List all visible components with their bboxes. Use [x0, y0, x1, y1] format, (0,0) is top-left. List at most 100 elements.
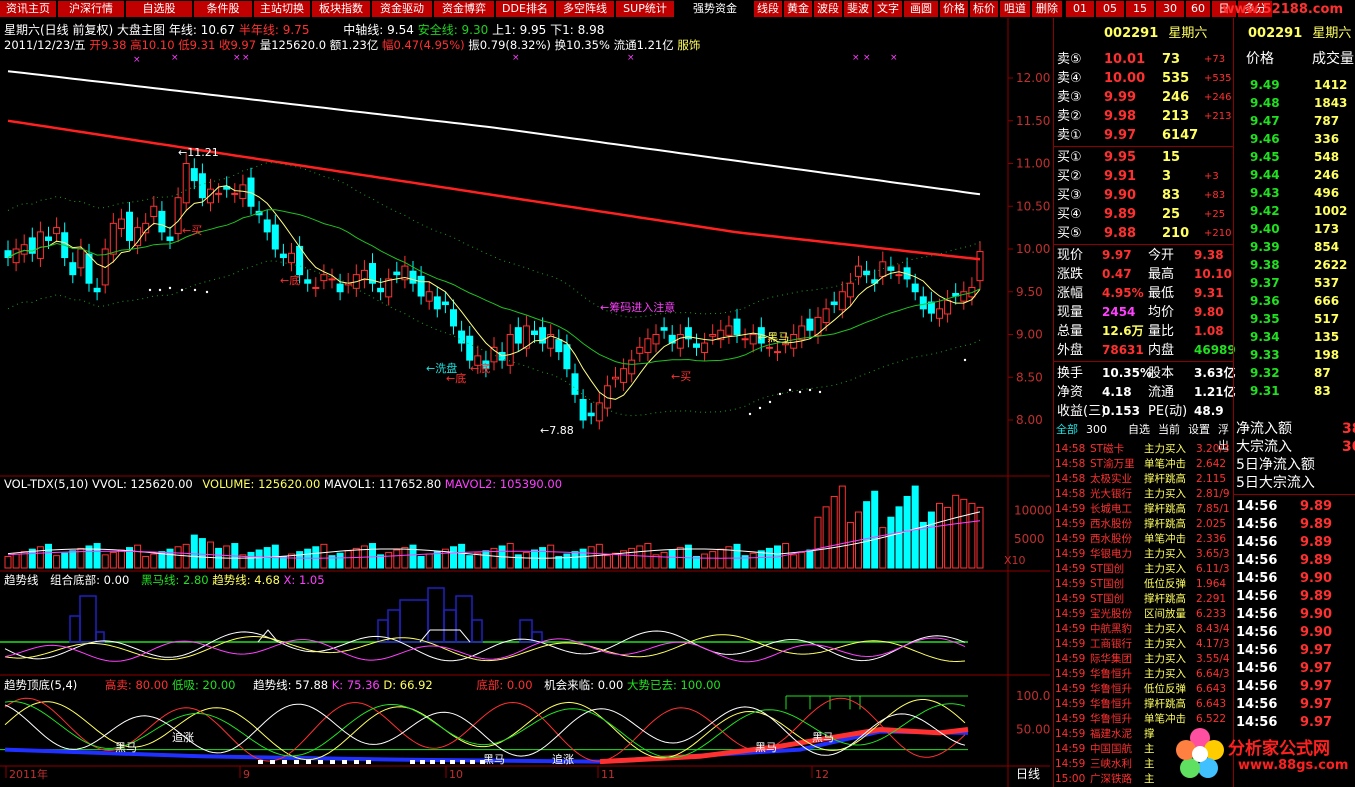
stat-value: 2454 — [1102, 305, 1136, 319]
news-row[interactable]: 14:59 华银电力 主力买入 3.65/3 — [1054, 547, 1234, 562]
menu-button-7[interactable]: 资金博弈 — [434, 1, 494, 17]
candle-body — [417, 275, 425, 297]
menu-button-24[interactable]: 15 — [1126, 1, 1154, 17]
candle-body — [466, 335, 474, 361]
stat-value: 4.18 — [1102, 385, 1132, 399]
news-stock: ST渝万里 — [1090, 458, 1135, 470]
news-tab-4[interactable]: 设置 — [1188, 422, 1210, 438]
news-row[interactable]: 14:59 西水股份 撑杆跳高 2.025 — [1054, 517, 1234, 532]
candle-body — [733, 318, 741, 335]
menu-button-21[interactable]: 删除 — [1032, 1, 1062, 17]
news-row[interactable]: 14:59 ST国创 主力买入 6.11/3 — [1054, 562, 1234, 577]
bottom-square — [450, 760, 455, 764]
news-row[interactable]: 14:58 太极实业 撑杆跳高 2.115 — [1054, 472, 1234, 487]
menu-button-9[interactable]: 多空阵线 — [556, 1, 614, 17]
menu-button-2[interactable]: 自选股 — [126, 1, 192, 17]
menu-button-14[interactable]: 波段 — [814, 1, 842, 17]
news-tab-0[interactable]: 全部 — [1056, 422, 1078, 438]
signal-dot — [778, 392, 782, 396]
candle-body — [198, 173, 206, 199]
news-row[interactable]: 14:59 际华集团 主力买入 3.55/4 — [1054, 652, 1234, 667]
candle-body — [320, 274, 328, 282]
volume-bar — [352, 547, 360, 569]
menu-button-0[interactable]: 资讯主页 — [0, 1, 56, 17]
menu-button-1[interactable]: 沪深行情 — [58, 1, 124, 17]
signal-dot — [768, 400, 772, 404]
menu-button-26[interactable]: 60 — [1186, 1, 1210, 17]
menu-button-23[interactable]: 05 — [1096, 1, 1124, 17]
news-tab-3[interactable]: 当前 — [1158, 422, 1180, 438]
menu-button-5[interactable]: 板块指数 — [312, 1, 370, 17]
menu-button-4[interactable]: 主站切换 — [254, 1, 310, 17]
menu-button-20[interactable]: 咀道 — [1000, 1, 1030, 17]
stat-label: 现量 — [1057, 305, 1084, 320]
news-row[interactable]: 14:59 长城电工 撑杆跳高 7.85/1 — [1054, 502, 1234, 517]
news-time: 14:58 — [1055, 488, 1086, 500]
vvol-value: VVOL: 125620.00 — [92, 477, 193, 491]
tick-price: 9.97 — [1300, 643, 1333, 658]
volume-bar — [838, 485, 846, 569]
flow-label: 5日大宗流入 — [1236, 475, 1315, 491]
menu-button-17[interactable]: 画圆 — [904, 1, 938, 17]
stat-value: 4.95% — [1102, 286, 1144, 300]
menu-button-25[interactable]: 30 — [1156, 1, 1184, 17]
news-row[interactable]: 14:59 宝光股份 区间放量 6.233 — [1054, 607, 1234, 622]
news-stock: 太极实业 — [1090, 473, 1132, 485]
trend-bar — [443, 609, 457, 643]
volume-bar — [944, 506, 952, 569]
candle-body — [830, 301, 838, 306]
ask-label: 卖① — [1057, 128, 1082, 143]
news-row[interactable]: 14:59 ST国创 撑杆跳高 2.291 — [1054, 592, 1234, 607]
candle-body — [701, 342, 709, 353]
menu-button-22[interactable]: 01 — [1066, 1, 1094, 17]
news-tab-1[interactable]: 300 — [1086, 422, 1107, 438]
kline-chart-area[interactable]: 12.00 11.50 11.00 10.50 10.00 9.50 9.00 8.50 8.0… — [0, 18, 1052, 787]
candle-body — [450, 309, 457, 327]
news-time: 14:59 — [1055, 533, 1086, 545]
news-value: 1.964 — [1196, 578, 1227, 590]
candle-body — [36, 231, 44, 259]
news-row[interactable]: 14:58 ST磁卡 主力买入 3.20/3 — [1054, 442, 1234, 457]
stat-label: 流通 — [1148, 385, 1175, 400]
menu-button-18[interactable]: 价格 — [940, 1, 968, 17]
price-volume: 1843 — [1314, 96, 1348, 110]
news-row[interactable]: 14:59 华鲁恒升 主力买入 6.64/3 — [1054, 667, 1234, 682]
candle-body — [741, 338, 749, 341]
news-tab-5[interactable]: 浮出 — [1218, 422, 1234, 452]
news-row[interactable]: 14:58 ST渝万里 单笔冲击 2.642 — [1054, 457, 1234, 472]
menu-button-15[interactable]: 斐波 — [844, 1, 872, 17]
tick-row: 14:56 9.97 — [1234, 642, 1355, 660]
news-action: 主 — [1144, 758, 1155, 770]
top-marker: × — [512, 53, 520, 63]
menu-button-19[interactable]: 标价 — [970, 1, 998, 17]
ask-row: 卖① 9.97 6147 — [1054, 126, 1234, 145]
menu-button-10[interactable]: SUP统计 — [616, 1, 674, 17]
menu-button-8[interactable]: DDE排名 — [496, 1, 554, 17]
menu-button-16[interactable]: 文字 — [874, 1, 902, 17]
bottom-square — [318, 760, 323, 764]
news-row[interactable]: 14:59 华鲁恒升 撑杆跳高 6.643 — [1054, 697, 1234, 712]
tick-time: 14:56 — [1236, 535, 1278, 550]
candle-body — [960, 291, 968, 302]
news-row[interactable]: 14:58 光大银行 主力买入 2.81/9 — [1054, 487, 1234, 502]
bottom-square — [410, 760, 415, 764]
menu-button-13[interactable]: 黄金 — [784, 1, 812, 17]
menu-button-3[interactable]: 条件股 — [194, 1, 252, 17]
bottom-square — [460, 760, 465, 764]
news-row[interactable]: 14:59 工商银行 主力买入 4.17/3 — [1054, 637, 1234, 652]
menu-button-6[interactable]: 资金驱动 — [372, 1, 432, 17]
news-row[interactable]: 14:59 华鲁恒升 低位反弹 6.643 — [1054, 682, 1234, 697]
trend-bar — [69, 615, 81, 643]
news-tab-2[interactable]: 自选 — [1128, 422, 1150, 438]
menu-button-12[interactable]: 线段 — [754, 1, 782, 17]
menu-button-11[interactable]: 强势资金 — [686, 1, 744, 17]
candle-body — [441, 301, 449, 306]
news-time: 14:58 — [1055, 473, 1086, 485]
news-row[interactable]: 14:59 ST国创 低位反弹 1.964 — [1054, 577, 1234, 592]
candle-body — [117, 218, 125, 229]
news-row[interactable]: 14:59 中航黑豹 主力买入 8.43/4 — [1054, 622, 1234, 637]
news-row[interactable]: 14:59 西水股份 单笔冲击 2.336 — [1054, 532, 1234, 547]
ask-volume: 246 — [1162, 90, 1190, 105]
volume-bars: 10000 5000 X10 — [4, 485, 1052, 569]
volume-bar — [320, 543, 328, 569]
